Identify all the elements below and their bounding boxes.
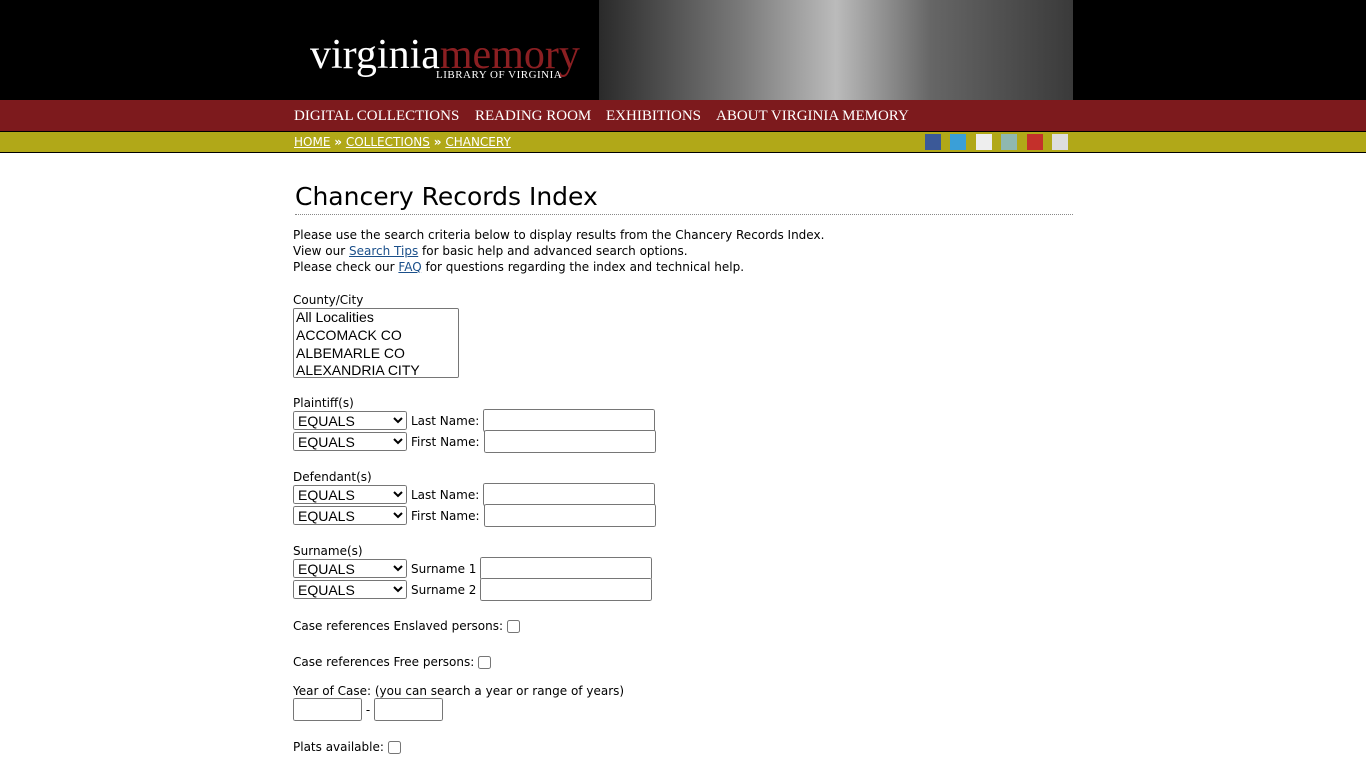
plaintiff-last-op[interactable]: EQUALS [293, 411, 407, 430]
last-name-label: Last Name: [411, 413, 480, 428]
intro-line: View our [293, 244, 349, 258]
county-select[interactable]: All Localities ACCOMACK CO ALBEMARLE CO … [293, 308, 459, 378]
plaintiff-label: Plaintiff(s) [293, 396, 354, 410]
twitter-icon[interactable] [950, 134, 966, 150]
first-name-label: First Name: [411, 434, 480, 449]
nav-digital-collections[interactable]: DIGITAL COLLECTIONS [294, 108, 459, 125]
county-option[interactable]: ALEXANDRIA CITY [294, 362, 458, 378]
nav-exhibitions[interactable]: EXHIBITIONS [606, 108, 701, 125]
intro-line: Please use the search criteria below to … [293, 228, 825, 242]
free-checkbox[interactable] [478, 655, 492, 669]
defendant-first-name-input[interactable] [483, 504, 656, 527]
intro-text: Please use the search criteria below to … [293, 227, 1073, 275]
intro-line: for basic help and advanced search optio… [418, 244, 688, 258]
surname2-input[interactable] [480, 578, 653, 601]
facebook-icon[interactable] [925, 134, 941, 150]
county-label: County/City [293, 293, 364, 307]
plaintiff-first-op[interactable]: EQUALS [293, 432, 407, 451]
faq-link[interactable]: FAQ [398, 260, 421, 274]
intro-line: Please check our [293, 260, 399, 274]
flickr-icon[interactable] [976, 134, 992, 150]
virginia-memory-logo[interactable]: virginiamemory LIBRARY OF VIRGINIA [310, 32, 580, 81]
surname2-op[interactable]: EQUALS [293, 580, 407, 599]
defendant-last-op[interactable]: EQUALS [293, 485, 407, 504]
page-title: Chancery Records Index [295, 182, 1073, 215]
plaintiff-last-name-input[interactable] [483, 409, 656, 432]
intro-line: for questions regarding the index and te… [421, 260, 745, 274]
county-option[interactable]: All Localities [294, 309, 458, 327]
defendant-first-op[interactable]: EQUALS [293, 506, 407, 525]
google-icon[interactable] [1052, 134, 1068, 150]
sep: » [433, 135, 442, 149]
last-name-label: Last Name: [411, 487, 480, 502]
enslaved-label: Case references Enslaved persons: [293, 619, 504, 633]
crumb-home[interactable]: HOME [294, 135, 330, 149]
defendant-last-name-input[interactable] [483, 483, 656, 506]
logo-text: virginia [310, 32, 440, 78]
sep: » [334, 135, 342, 149]
surname1-label: Surname 1 [411, 561, 477, 576]
logo-subtitle: LIBRARY OF VIRGINIA [436, 69, 563, 81]
nav-about[interactable]: ABOUT VIRGINIA MEMORY [716, 108, 909, 125]
breadcrumb: HOME » COLLECTIONS » CHANCERY [0, 132, 1366, 153]
surname-label: Surname(s) [293, 544, 363, 558]
nav-reading-room[interactable]: READING ROOM [475, 108, 591, 125]
search-form: Chancery Records Index Please use the se… [293, 182, 1073, 757]
main-nav: DIGITAL COLLECTIONS READING ROOM EXHIBIT… [0, 100, 1366, 132]
year-from-input[interactable] [293, 698, 362, 721]
enslaved-checkbox[interactable] [507, 619, 521, 633]
county-option[interactable]: ALBEMARLE CO [294, 345, 458, 363]
crumb-chancery[interactable]: CHANCERY [445, 135, 510, 149]
surname2-label: Surname 2 [411, 582, 477, 597]
header-photo-banner [599, 0, 1073, 100]
first-name-label: First Name: [411, 508, 480, 523]
county-option[interactable]: ACCOMACK CO [294, 327, 458, 345]
year-to-input[interactable] [374, 698, 443, 721]
youtube-icon[interactable] [1027, 134, 1043, 150]
year-dash: - [365, 703, 371, 717]
plats-label: Plats available: [293, 740, 384, 754]
free-label: Case references Free persons: [293, 655, 475, 669]
surname1-op[interactable]: EQUALS [293, 559, 407, 578]
plaintiff-first-name-input[interactable] [483, 430, 656, 453]
blog-icon[interactable] [1001, 134, 1017, 150]
crumb-collections[interactable]: COLLECTIONS [346, 135, 430, 149]
plats-checkbox[interactable] [387, 740, 401, 754]
search-tips-link[interactable]: Search Tips [349, 244, 418, 258]
defendant-label: Defendant(s) [293, 470, 372, 484]
header: virginiamemory LIBRARY OF VIRGINIA [0, 0, 1366, 100]
year-label: Year of Case: (you can search a year or … [293, 684, 625, 698]
surname1-input[interactable] [480, 557, 653, 580]
